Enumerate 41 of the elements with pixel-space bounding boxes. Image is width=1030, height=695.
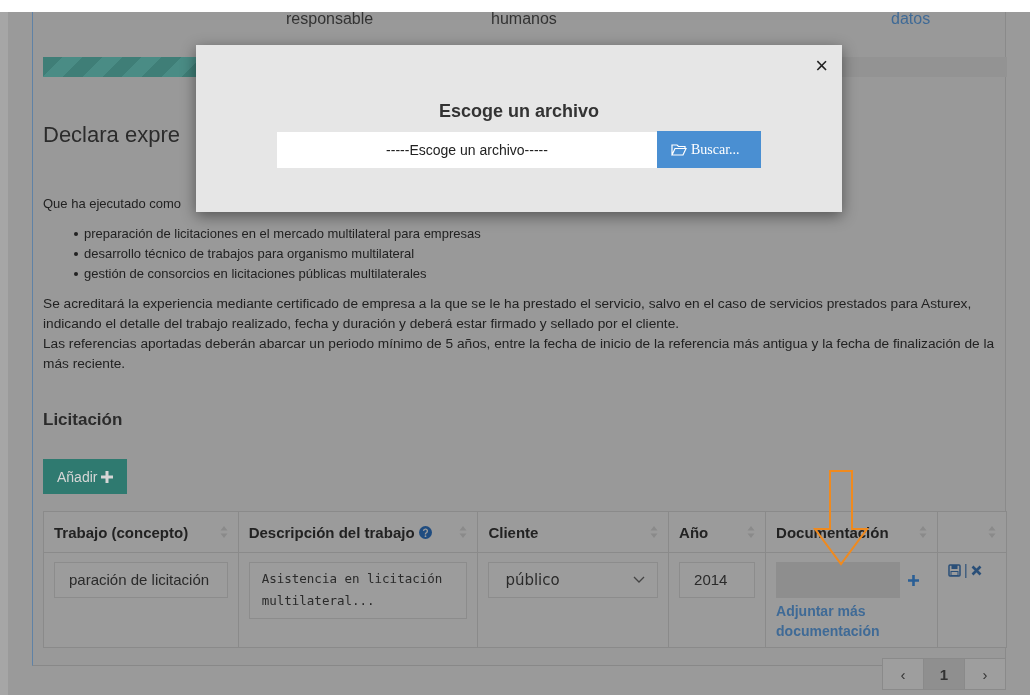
column-header[interactable]: Cliente xyxy=(477,511,669,553)
client-dropdown[interactable]: público xyxy=(488,562,659,598)
plus-icon xyxy=(101,470,114,483)
bullet-icon xyxy=(74,232,78,236)
chevron-down-icon xyxy=(633,576,646,584)
paragraph: Se acreditará la experiencia mediante certificado de empresa a la que se le ha prestado el servicio, salvo en el caso de servicios prestados para Asturex, indicando el detalle del trabajo realizado, fecha y duración y deberá estar firmado y sellado por el cliente. xyxy=(43,295,973,333)
header-label: Descripción del trabajo xyxy=(248,523,415,541)
next-page-button[interactable]: › xyxy=(964,658,1006,690)
table-header-text: responsable xyxy=(286,12,374,26)
column-header[interactable]: Trabajo (concepto) xyxy=(43,511,239,553)
header-label: Cliente xyxy=(488,523,539,541)
folder-icon xyxy=(671,143,687,156)
list-item-text: desarrollo técnico de trabajos para organismo multilateral xyxy=(84,245,415,263)
section-title: Licitación xyxy=(43,409,124,431)
header-label: Trabajo (concepto) xyxy=(54,523,189,541)
dialog-title: Escoge un archivo xyxy=(437,100,601,122)
add-button[interactable]: Añadir xyxy=(43,459,128,494)
browse-button[interactable]: Buscar... xyxy=(657,131,761,168)
bullet-icon xyxy=(74,272,78,276)
text-field[interactable]: paración de licitación xyxy=(54,562,228,598)
previous-page-button[interactable]: ‹ xyxy=(882,658,924,690)
year-field[interactable]: 2014 xyxy=(679,562,756,598)
page-button[interactable]: 1 xyxy=(923,658,965,690)
intro-text: Que ha ejecutado como xyxy=(43,195,183,213)
header-label: Año xyxy=(679,523,709,541)
close-button[interactable]: × xyxy=(815,55,828,77)
paragraph: Las referencias aportadas deberán abarcar un periodo mínimo de 5 años, entre la fecha de inicio de la referencia más antigua y la fecha de finalización de la más reciente. xyxy=(43,335,996,373)
list-item-text: gestión de consorcios en licitaciones públicas multilaterales xyxy=(84,265,427,283)
column-header[interactable]: Año xyxy=(668,511,766,553)
table-header-text: humanos xyxy=(491,12,557,26)
text-area[interactable]: Asistencia en licitación multilateral... xyxy=(248,562,468,619)
delete-icon[interactable] xyxy=(970,564,982,576)
list-item-text: preparación de licitaciones en el mercado multilateral para empresas xyxy=(84,225,481,243)
separator-text: | xyxy=(964,562,968,578)
file-field[interactable]: -----Escoge un archivo----- xyxy=(277,132,657,168)
file-drop-field[interactable] xyxy=(776,562,901,598)
help-icon[interactable] xyxy=(418,525,432,539)
save-icon[interactable] xyxy=(948,563,961,577)
column-header[interactable]: Descripción del trabajo xyxy=(238,511,478,553)
plus-icon[interactable] xyxy=(908,574,920,586)
bullet-icon xyxy=(74,252,78,256)
